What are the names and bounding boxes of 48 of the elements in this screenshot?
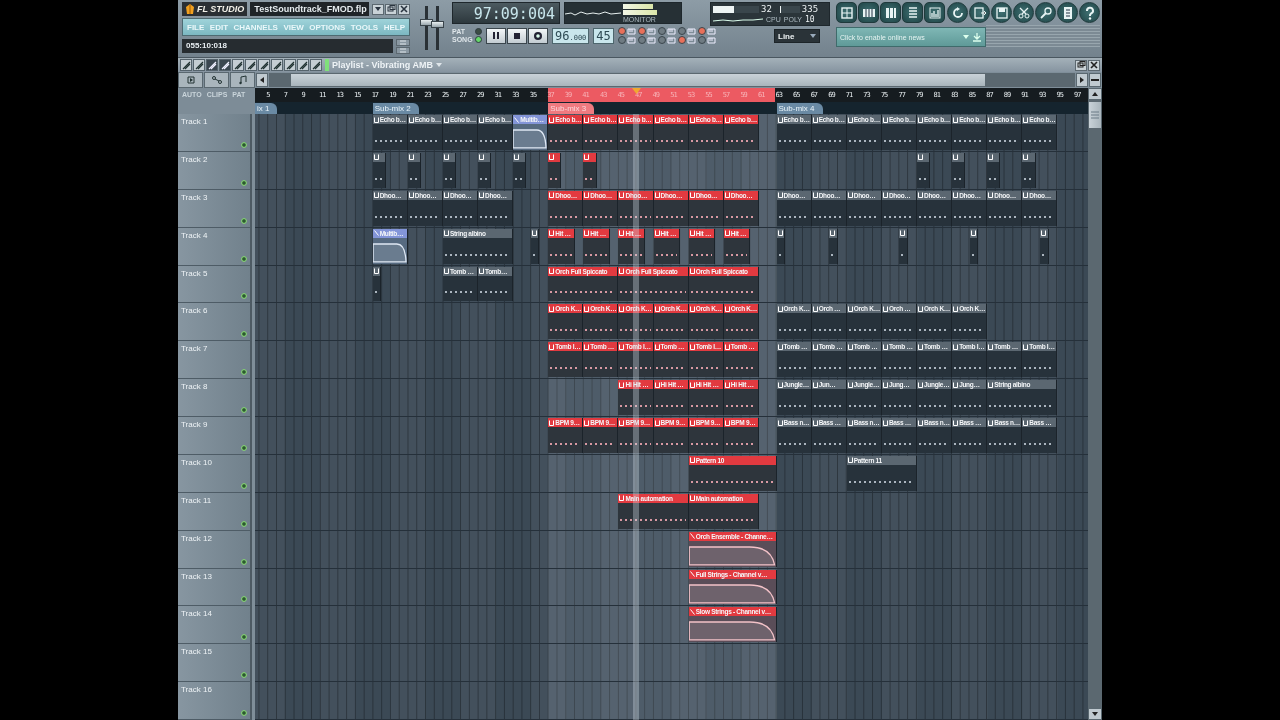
- marker-tag[interactable]: Sub-mix 4: [776, 103, 823, 114]
- track-header[interactable]: Track 9: [178, 417, 252, 455]
- track-header[interactable]: Track 7: [178, 341, 252, 380]
- track-name: Track 15: [181, 647, 212, 657]
- track-header[interactable]: Track 3: [178, 189, 252, 228]
- snap-dropdown[interactable]: Line: [774, 29, 820, 43]
- track-name: Track 1: [181, 117, 208, 126]
- track-header[interactable]: Track 5: [178, 265, 252, 304]
- track-name: Track 6: [181, 306, 208, 316]
- pattern-number[interactable]: 45: [593, 27, 614, 44]
- song-time-display: 97:09:004: [452, 2, 560, 24]
- track-name: Track 12: [181, 533, 212, 543]
- track-header[interactable]: Track 12: [178, 530, 252, 569]
- tempo-value: 96: [555, 28, 570, 43]
- track-name: Track 5: [181, 268, 208, 278]
- track-name: Track 3: [181, 192, 208, 202]
- track-header[interactable]: Track 16: [178, 682, 252, 720]
- track-header[interactable]: Track 1: [178, 114, 252, 152]
- cpu-value: 32: [761, 4, 772, 15]
- track-name: Track 16: [181, 685, 212, 695]
- track-header[interactable]: Track 10: [178, 454, 252, 493]
- track-name: Track 8: [181, 382, 208, 392]
- track-header[interactable]: Track 4: [178, 227, 252, 266]
- track-name: Track 14: [181, 609, 212, 619]
- track-header[interactable]: Track 13: [178, 568, 252, 607]
- track-name: Track 11: [181, 495, 212, 505]
- track-header[interactable]: Track 11: [178, 492, 252, 531]
- track-header[interactable]: Track 14: [178, 606, 252, 645]
- track-name: Track 10: [181, 457, 212, 467]
- track-name: Track 7: [181, 344, 208, 354]
- track-header[interactable]: Track 6: [178, 303, 252, 342]
- poly-value: 10: [804, 14, 815, 24]
- memory-value: 335: [801, 4, 819, 15]
- track-name: Track 2: [181, 154, 208, 164]
- track-name: Track 13: [181, 571, 212, 581]
- track-header[interactable]: Track 8: [178, 379, 252, 417]
- project-title: TestSoundtrack_FMOD.flp: [250, 2, 369, 16]
- logo-text: FL STUDIO: [197, 4, 245, 14]
- marker-tag[interactable]: ix 1: [255, 103, 278, 114]
- track-name: Track 9: [181, 420, 208, 429]
- track-name: Track 4: [181, 230, 208, 240]
- snap-value: Line: [778, 31, 795, 41]
- marker-tag[interactable]: Sub-mix 2: [372, 103, 419, 114]
- marker-tag[interactable]: Sub-mix 3: [548, 103, 595, 114]
- hint-bar: 055:10:018: [182, 39, 393, 53]
- track-header[interactable]: Track 2: [178, 151, 252, 190]
- playlist-title: Playlist - Vibrating AMB: [332, 60, 434, 70]
- track-header[interactable]: Track 15: [178, 644, 252, 683]
